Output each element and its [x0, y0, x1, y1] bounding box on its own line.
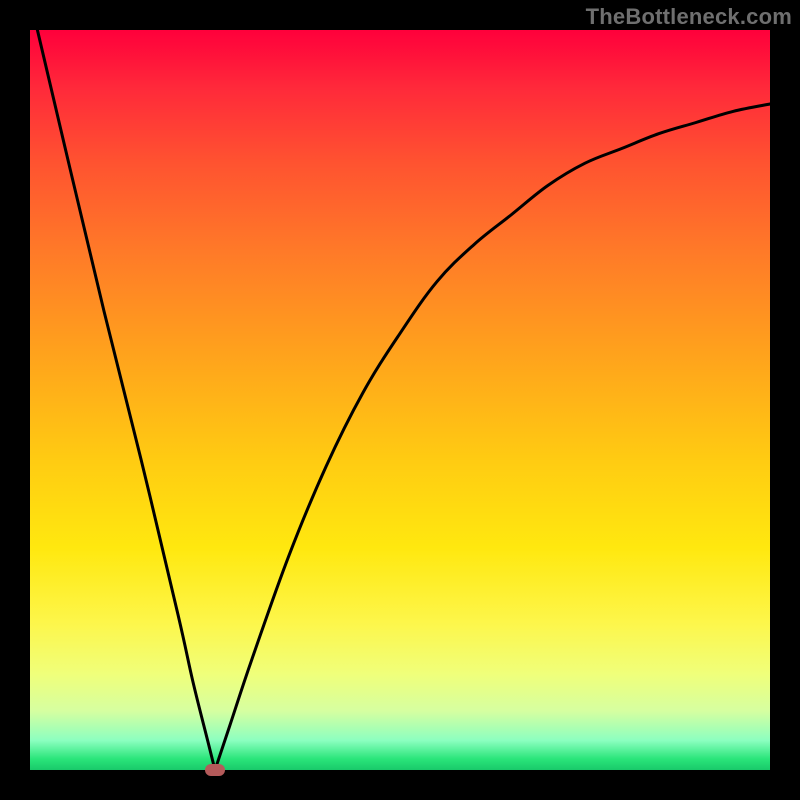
plot-area	[30, 30, 770, 770]
curve-left-branch	[37, 30, 215, 770]
watermark-text: TheBottleneck.com	[586, 4, 792, 30]
curve-svg	[30, 30, 770, 770]
minimum-marker	[205, 764, 225, 776]
curve-right-branch	[215, 104, 770, 770]
chart-container: TheBottleneck.com	[0, 0, 800, 800]
